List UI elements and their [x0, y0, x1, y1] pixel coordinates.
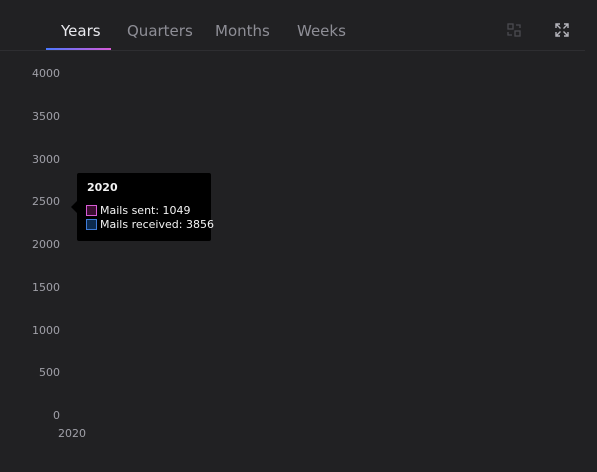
y-tick-label: 2000: [32, 238, 60, 251]
y-tick-label: 2500: [32, 195, 60, 209]
tooltip-mails-sent-text: Mails sent: 1049: [100, 203, 191, 217]
tooltip-pointer: [71, 201, 77, 213]
mails-sent-swatch: [86, 204, 97, 216]
active-tab-indicator: [46, 48, 111, 50]
tooltip-row-mails-sent: Mails sent: 1049: [86, 203, 191, 217]
y-tick-label: 500: [39, 366, 60, 380]
tab-months[interactable]: Months: [215, 22, 270, 50]
expand-icon[interactable]: [554, 22, 570, 38]
y-tick-label: 3500: [32, 109, 60, 123]
swap-axes-icon[interactable]: [506, 22, 522, 38]
tab-weeks[interactable]: Weeks: [297, 22, 346, 50]
tab-quarters[interactable]: Quarters: [127, 22, 193, 50]
mails-received-swatch: [86, 218, 97, 230]
x-tick-label: 2020: [58, 427, 86, 440]
y-tick-label: 4000: [32, 67, 60, 80]
tooltip-title: 2020: [87, 181, 118, 194]
tooltip-mails-received-text: Mails received: 3856: [100, 217, 214, 231]
y-tick-label: 1500: [32, 280, 60, 294]
y-tick-label: 0: [53, 409, 60, 422]
period-tabs: Years Quarters Months Weeks: [0, 0, 585, 51]
tooltip-row-mails-received: Mails received: 3856: [86, 217, 214, 231]
y-tick-label: 3000: [32, 152, 60, 166]
tab-years[interactable]: Years: [61, 22, 101, 50]
chart-tooltip: 2020 Mails sent: 1049 Mails received: 38…: [71, 173, 214, 241]
y-tick-label: 1000: [32, 323, 60, 337]
